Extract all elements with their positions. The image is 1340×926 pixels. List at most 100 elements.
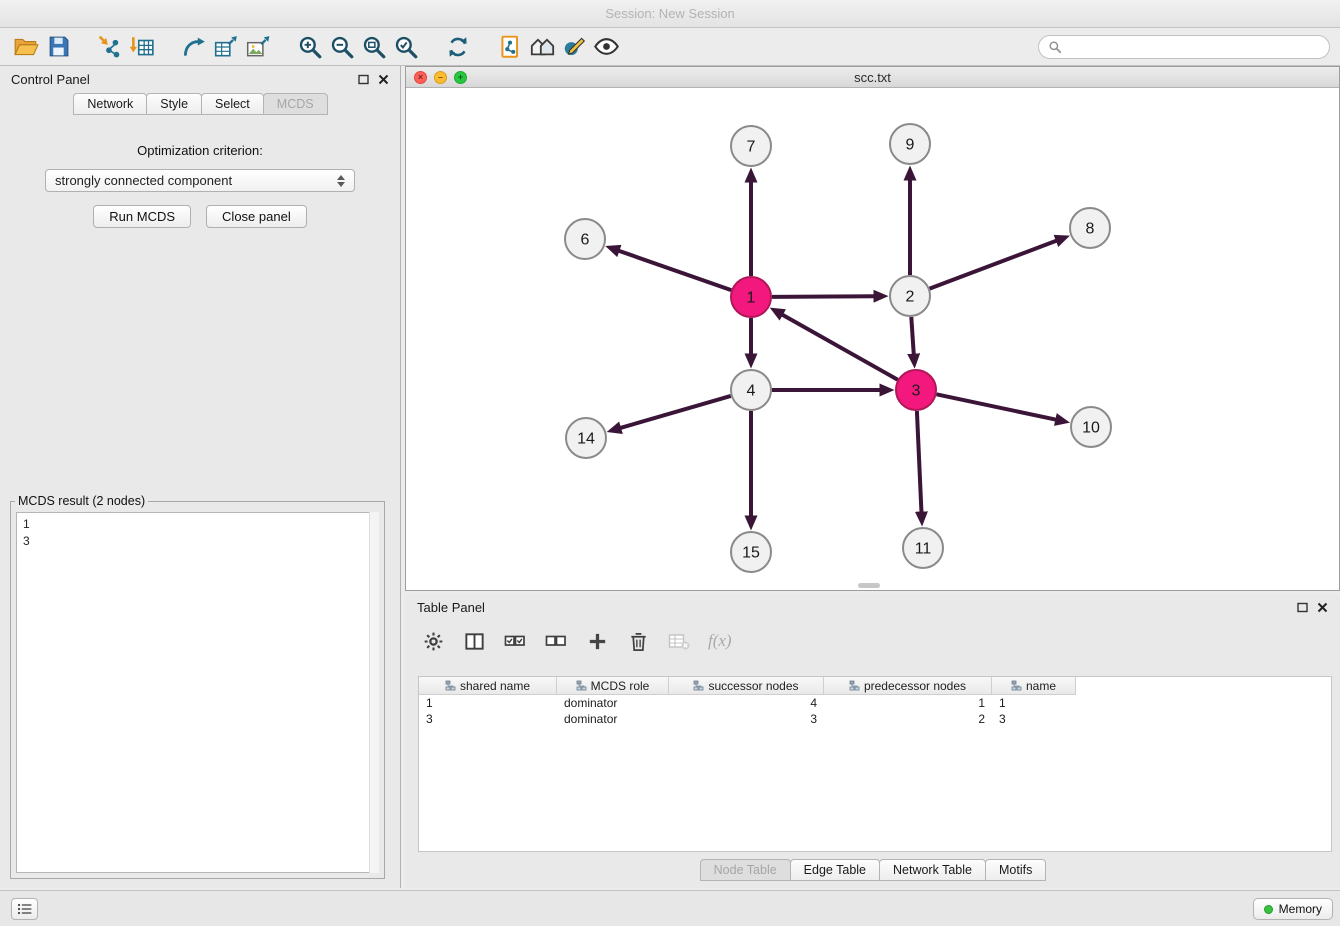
table-settings-button[interactable] (417, 626, 449, 656)
graph-edge-2-8[interactable] (930, 240, 1058, 288)
graph-node-6[interactable]: 6 (565, 219, 605, 259)
refresh-button[interactable] (442, 32, 474, 62)
open-folder-icon (13, 34, 39, 60)
select-all-columns-button[interactable] (499, 626, 531, 656)
graph-edge-2-3[interactable] (911, 317, 914, 355)
graph-node-1[interactable]: 1 (731, 277, 771, 317)
tab-network-table[interactable]: Network Table (879, 859, 986, 881)
export-network-button[interactable] (178, 32, 210, 62)
close-table-panel-icon[interactable] (1317, 602, 1328, 613)
column-header-mcds-role[interactable]: MCDS role (557, 677, 669, 695)
tab-network[interactable]: Network (73, 93, 147, 115)
zoom-selected-button[interactable] (390, 32, 422, 62)
graph-edge-1-2[interactable] (772, 296, 875, 297)
eye-icon (593, 33, 620, 60)
tab-mcds[interactable]: MCDS (263, 93, 328, 115)
select-all-icon (503, 629, 527, 653)
control-panel-header: Control Panel (0, 66, 400, 93)
save-icon (46, 34, 71, 59)
table-cell: 4 (669, 695, 824, 711)
window-controls: × – + (414, 71, 467, 84)
save-session-button[interactable] (42, 32, 74, 62)
result-item[interactable]: 1 (23, 516, 372, 533)
copy-style-button[interactable] (494, 32, 526, 62)
tab-edge-table[interactable]: Edge Table (790, 859, 880, 881)
column-header-predecessor-nodes[interactable]: predecessor nodes (824, 677, 992, 695)
network-window-title: scc.txt (406, 70, 1339, 85)
svg-text:15: 15 (742, 545, 760, 562)
add-icon (586, 630, 609, 653)
graph-node-7[interactable]: 7 (731, 126, 771, 166)
create-column-button[interactable] (581, 626, 613, 656)
clear-table-icon (667, 629, 691, 653)
delete-column-button[interactable] (622, 626, 654, 656)
graph-node-15[interactable]: 15 (731, 532, 771, 572)
table-header-row: shared nameMCDS rolesuccessor nodesprede… (419, 677, 1331, 695)
graph-svg[interactable]: 7 9 6 8 1 2 4 3 14 10 15 11 (406, 88, 1339, 590)
search-box[interactable] (1038, 35, 1330, 59)
zoom-fit-button[interactable] (358, 32, 390, 62)
column-options-icon (849, 680, 860, 691)
tab-select[interactable]: Select (201, 93, 264, 115)
show-columns-button[interactable] (458, 626, 490, 656)
unselect-all-columns-button[interactable] (540, 626, 572, 656)
table-row[interactable]: 1dominator411 (419, 695, 1331, 711)
trash-icon (627, 630, 650, 653)
float-table-panel-icon[interactable] (1297, 602, 1308, 613)
graph-node-4[interactable]: 4 (731, 370, 771, 410)
open-session-button[interactable] (10, 32, 42, 62)
zoom-in-button[interactable] (294, 32, 326, 62)
close-panel-button[interactable]: Close panel (206, 205, 307, 228)
tab-node-table[interactable]: Node Table (700, 859, 791, 881)
mcds-result-list[interactable]: 13 (16, 512, 379, 873)
graph-node-8[interactable]: 8 (1070, 208, 1110, 248)
table-body: 1dominator4113dominator323 (419, 695, 1331, 727)
task-history-button[interactable] (11, 898, 38, 920)
svg-text:14: 14 (577, 431, 595, 448)
graph-edge-3-10[interactable] (937, 394, 1057, 420)
graph-edge-3-1[interactable] (782, 314, 898, 380)
close-panel-icon[interactable] (378, 74, 389, 85)
tab-motifs[interactable]: Motifs (985, 859, 1046, 881)
export-network-icon (181, 34, 207, 60)
column-header-shared-name[interactable]: shared name (419, 677, 557, 695)
graph-node-11[interactable]: 11 (903, 528, 943, 568)
run-mcds-button[interactable]: Run MCDS (93, 205, 191, 228)
column-header-successor-nodes[interactable]: successor nodes (669, 677, 824, 695)
zoom-out-button[interactable] (326, 32, 358, 62)
graph-edge-4-14[interactable] (620, 396, 731, 428)
import-table-button[interactable] (126, 32, 158, 62)
graph-edge-3-11[interactable] (917, 411, 922, 513)
memory-button[interactable]: Memory (1253, 898, 1333, 920)
result-scrollbar[interactable] (369, 512, 379, 873)
graph-node-10[interactable]: 10 (1071, 407, 1111, 447)
minimize-window-icon[interactable]: – (434, 71, 447, 84)
network-window-titlebar[interactable]: scc.txt × – + (406, 67, 1339, 88)
graph-node-2[interactable]: 2 (890, 276, 930, 316)
show-graphics-button[interactable] (590, 32, 622, 62)
export-image-button[interactable] (242, 32, 274, 62)
column-header-name[interactable]: name (992, 677, 1076, 695)
import-network-button[interactable] (94, 32, 126, 62)
close-window-icon[interactable]: × (414, 71, 427, 84)
export-table-button[interactable] (210, 32, 242, 62)
paint-style-button[interactable] (558, 32, 590, 62)
import-table-icon (129, 34, 155, 60)
float-panel-icon[interactable] (358, 74, 369, 85)
clear-table-button[interactable] (663, 626, 695, 656)
graph-node-14[interactable]: 14 (566, 418, 606, 458)
statusbar: Memory (0, 890, 1340, 926)
tab-style[interactable]: Style (146, 93, 202, 115)
search-input[interactable] (1067, 40, 1320, 54)
table-cell: 1 (992, 695, 1076, 711)
optimization-criterion-select[interactable]: strongly connected component (45, 169, 355, 192)
zoom-window-icon[interactable]: + (454, 71, 467, 84)
home-network-button[interactable] (526, 32, 558, 62)
function-builder-icon[interactable]: f(x) (704, 631, 732, 651)
graph-node-9[interactable]: 9 (890, 124, 930, 164)
graph-node-3[interactable]: 3 (896, 370, 936, 410)
table-row[interactable]: 3dominator323 (419, 711, 1331, 727)
result-item[interactable]: 3 (23, 533, 372, 550)
graph-edge-1-6[interactable] (618, 251, 731, 291)
network-horizontal-scrollbar[interactable] (858, 583, 880, 588)
